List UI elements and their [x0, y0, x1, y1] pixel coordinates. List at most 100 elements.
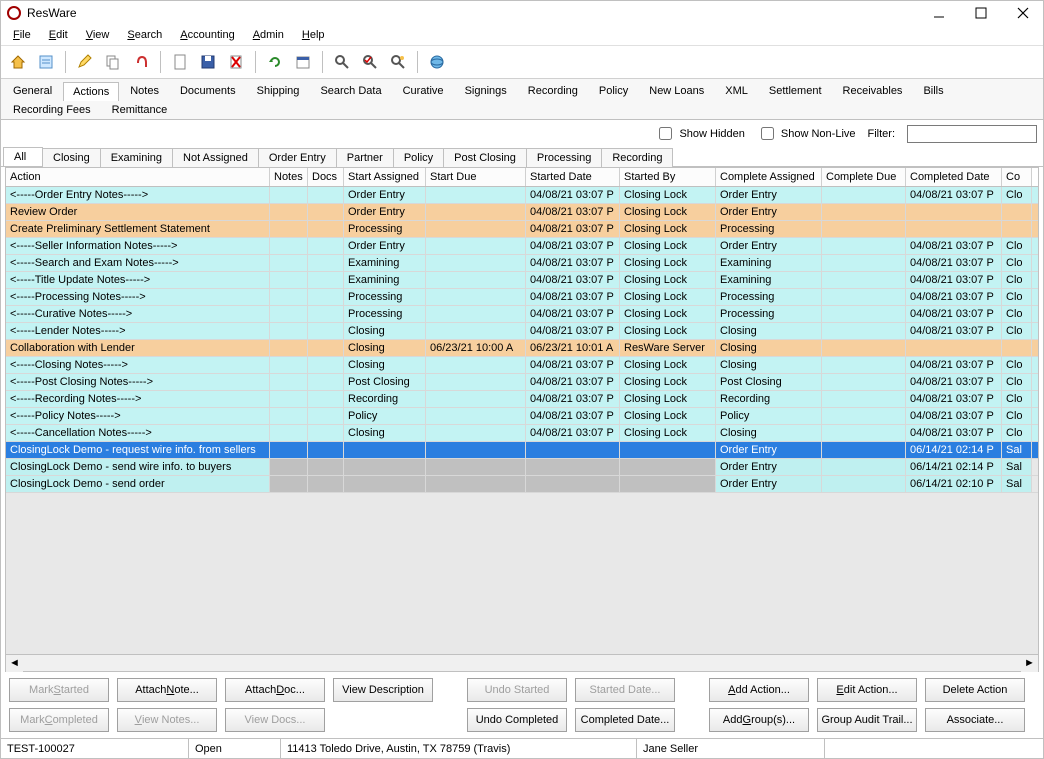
attach-doc-button[interactable]: Attach Doc...: [225, 678, 325, 702]
attach-note-button[interactable]: Attach Note...: [117, 678, 217, 702]
add-group-s-button[interactable]: Add Group(s)...: [709, 708, 809, 732]
table-row[interactable]: <-----Post Closing Notes----->Post Closi…: [6, 374, 1038, 391]
calendar-icon[interactable]: [290, 49, 316, 75]
tab-bills[interactable]: Bills: [913, 81, 953, 100]
minimize-button[interactable]: [925, 3, 953, 23]
tab-receivables[interactable]: Receivables: [833, 81, 913, 100]
search-plus-icon[interactable]: [385, 49, 411, 75]
tab-xml[interactable]: XML: [715, 81, 758, 100]
table-row[interactable]: Collaboration with LenderClosing06/23/21…: [6, 340, 1038, 357]
table-row[interactable]: ClosingLock Demo - request wire info. fr…: [6, 442, 1038, 459]
table-row[interactable]: <-----Closing Notes----->Closing04/08/21…: [6, 357, 1038, 374]
subtab-post-closing[interactable]: Post Closing: [443, 148, 527, 167]
tab-signings[interactable]: Signings: [455, 81, 517, 100]
scroll-left-arrow[interactable]: ◄: [6, 655, 23, 672]
col-completed-date[interactable]: Completed Date: [906, 168, 1002, 186]
table-row[interactable]: <-----Search and Exam Notes----->Examini…: [6, 255, 1038, 272]
show-nonlive-checkbox[interactable]: Show Non-Live: [757, 124, 856, 143]
subtab-not-assigned[interactable]: Not Assigned: [172, 148, 259, 167]
tab-search-data[interactable]: Search Data: [310, 81, 391, 100]
group-audit-trail-button[interactable]: Group Audit Trail...: [817, 708, 917, 732]
table-row[interactable]: <-----Lender Notes----->Closing04/08/21 …: [6, 323, 1038, 340]
new-doc-icon[interactable]: [167, 49, 193, 75]
menu-help[interactable]: Help: [294, 27, 333, 43]
subtab-all[interactable]: All: [3, 147, 43, 166]
search-check-icon[interactable]: [357, 49, 383, 75]
tab-remittance[interactable]: Remittance: [102, 100, 178, 119]
table-row[interactable]: <-----Processing Notes----->Processing04…: [6, 289, 1038, 306]
col-complete-assigned[interactable]: Complete Assigned: [716, 168, 822, 186]
associate-button[interactable]: Associate...: [925, 708, 1025, 732]
col-docs[interactable]: Docs: [308, 168, 344, 186]
edit-icon[interactable]: [72, 49, 98, 75]
col-start-assigned[interactable]: Start Assigned: [344, 168, 426, 186]
tab-documents[interactable]: Documents: [170, 81, 246, 100]
subtab-policy[interactable]: Policy: [393, 148, 444, 167]
col-started-date[interactable]: Started Date: [526, 168, 620, 186]
col-started-by[interactable]: Started By: [620, 168, 716, 186]
tab-actions[interactable]: Actions: [63, 82, 119, 101]
menu-search[interactable]: Search: [119, 27, 170, 43]
tab-curative[interactable]: Curative: [393, 81, 454, 100]
col-complete-due[interactable]: Complete Due: [822, 168, 906, 186]
attach-icon[interactable]: [128, 49, 154, 75]
filter-input[interactable]: [907, 125, 1037, 143]
save-icon[interactable]: [195, 49, 221, 75]
menu-edit[interactable]: Edit: [41, 27, 76, 43]
table-row[interactable]: <-----Policy Notes----->Policy04/08/21 0…: [6, 408, 1038, 425]
completed-date-button[interactable]: Completed Date...: [575, 708, 675, 732]
table-row[interactable]: <-----Cancellation Notes----->Closing04/…: [6, 425, 1038, 442]
tab-recording-fees[interactable]: Recording Fees: [3, 100, 101, 119]
grid-body[interactable]: <-----Order Entry Notes----->Order Entry…: [6, 187, 1038, 654]
table-row[interactable]: <-----Curative Notes----->Processing04/0…: [6, 306, 1038, 323]
col-co[interactable]: Co: [1002, 168, 1032, 186]
tab-recording[interactable]: Recording: [518, 81, 588, 100]
horizontal-scrollbar[interactable]: ◄ ►: [6, 654, 1038, 671]
tab-notes[interactable]: Notes: [120, 81, 169, 100]
menu-admin[interactable]: Admin: [245, 27, 292, 43]
table-row[interactable]: ClosingLock Demo - send wire info. to bu…: [6, 459, 1038, 476]
show-hidden-checkbox[interactable]: Show Hidden: [655, 124, 744, 143]
delete-icon[interactable]: [223, 49, 249, 75]
main-tabs: GeneralActionsNotesDocumentsShippingSear…: [1, 79, 1043, 120]
view-docs-button: View Docs...: [225, 708, 325, 732]
subtab-order-entry[interactable]: Order Entry: [258, 148, 337, 167]
refresh-icon[interactable]: [262, 49, 288, 75]
add-action-button[interactable]: Add Action...: [709, 678, 809, 702]
subtab-examining[interactable]: Examining: [100, 148, 173, 167]
scroll-right-arrow[interactable]: ►: [1021, 655, 1038, 672]
view-description-button[interactable]: View Description: [333, 678, 433, 702]
menu-file[interactable]: File: [5, 27, 39, 43]
col-notes[interactable]: Notes: [270, 168, 308, 186]
notes-icon[interactable]: [33, 49, 59, 75]
table-row[interactable]: ClosingLock Demo - send orderOrder Entry…: [6, 476, 1038, 493]
col-start-due[interactable]: Start Due: [426, 168, 526, 186]
subtab-processing[interactable]: Processing: [526, 148, 602, 167]
table-row[interactable]: Review OrderOrder Entry04/08/21 03:07 PC…: [6, 204, 1038, 221]
tab-new-loans[interactable]: New Loans: [639, 81, 714, 100]
subtab-recording[interactable]: Recording: [601, 148, 673, 167]
tab-policy[interactable]: Policy: [589, 81, 638, 100]
tab-general[interactable]: General: [3, 81, 62, 100]
menu-view[interactable]: View: [78, 27, 118, 43]
edit-action-button[interactable]: Edit Action...: [817, 678, 917, 702]
tab-settlement[interactable]: Settlement: [759, 81, 832, 100]
menu-accounting[interactable]: Accounting: [172, 27, 242, 43]
search-icon[interactable]: [329, 49, 355, 75]
table-row[interactable]: Create Preliminary Settlement StatementP…: [6, 221, 1038, 238]
delete-action-button[interactable]: Delete Action: [925, 678, 1025, 702]
globe-icon[interactable]: [424, 49, 450, 75]
table-row[interactable]: <-----Recording Notes----->Recording04/0…: [6, 391, 1038, 408]
close-button[interactable]: [1009, 3, 1037, 23]
table-row[interactable]: <-----Title Update Notes----->Examining0…: [6, 272, 1038, 289]
tab-shipping[interactable]: Shipping: [247, 81, 310, 100]
maximize-button[interactable]: [967, 3, 995, 23]
undo-completed-button[interactable]: Undo Completed: [467, 708, 567, 732]
home-icon[interactable]: [5, 49, 31, 75]
subtab-closing[interactable]: Closing: [42, 148, 101, 167]
subtab-partner[interactable]: Partner: [336, 148, 394, 167]
table-row[interactable]: <-----Seller Information Notes----->Orde…: [6, 238, 1038, 255]
col-action[interactable]: Action: [6, 168, 270, 186]
copy-icon[interactable]: [100, 49, 126, 75]
table-row[interactable]: <-----Order Entry Notes----->Order Entry…: [6, 187, 1038, 204]
